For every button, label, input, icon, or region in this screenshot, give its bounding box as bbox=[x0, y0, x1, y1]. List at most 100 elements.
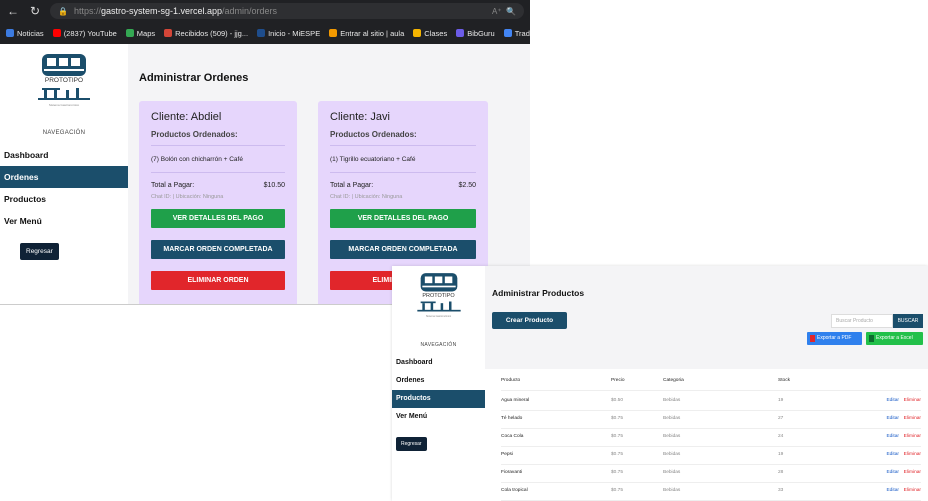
nav-productos[interactable]: Productos bbox=[392, 390, 485, 408]
bookmark-item[interactable]: Inicio - MiESPE bbox=[257, 29, 320, 38]
complete-order-button[interactable]: MARCAR ORDEN COMPLETADA bbox=[330, 240, 476, 259]
product-category: Bebidas bbox=[663, 434, 681, 439]
bookmarks-bar: Noticias (2837) YouTube Maps Recibidos (509… bbox=[0, 22, 530, 44]
search-button[interactable]: BUSCAR bbox=[893, 314, 923, 328]
bookmark-item[interactable]: Noticias bbox=[6, 29, 44, 38]
product-name: Pepsi bbox=[501, 452, 513, 457]
product-category: Bebidas bbox=[663, 470, 681, 475]
view-payment-button[interactable]: VER DETALLES DEL PAGO bbox=[151, 209, 285, 228]
create-product-button[interactable]: Crear Producto bbox=[492, 312, 567, 329]
back-button[interactable]: Regresar bbox=[396, 437, 427, 451]
bookmark-label: (2837) YouTube bbox=[63, 28, 117, 38]
reload-icon[interactable]: ↻ bbox=[28, 4, 42, 18]
total-row: Total a Pagar: $2.50 bbox=[330, 182, 476, 189]
delete-link[interactable]: Eliminar bbox=[904, 488, 921, 493]
product-stock: 19 bbox=[778, 398, 784, 403]
bookmark-favicon-icon bbox=[52, 29, 61, 37]
url-path: /admin/orders bbox=[222, 6, 278, 16]
bookmark-item[interactable]: Entrar al sitio | aula bbox=[329, 29, 404, 38]
edit-link[interactable]: Editar bbox=[886, 398, 899, 403]
delete-link[interactable]: Eliminar bbox=[904, 470, 921, 475]
product-price: $0.50 bbox=[611, 398, 624, 403]
complete-order-button[interactable]: MARCAR ORDEN COMPLETADA bbox=[151, 240, 285, 259]
edit-link[interactable]: Editar bbox=[886, 416, 899, 421]
col-precio: Precio bbox=[611, 378, 625, 383]
back-arrow-icon[interactable]: ← bbox=[6, 4, 20, 18]
product-stock: 24 bbox=[778, 434, 784, 439]
nav-dashboard[interactable]: Dashboard bbox=[0, 144, 128, 166]
url-host: gastro-system-sg-1.vercel.app bbox=[100, 6, 223, 16]
address-row: ← ↻ 🔒 https://gastro-system-sg-1.vercel.… bbox=[0, 0, 530, 22]
product-price: $0.75 bbox=[611, 434, 624, 439]
bookmark-item[interactable]: (2837) YouTube bbox=[52, 28, 117, 38]
delete-link[interactable]: Eliminar bbox=[904, 452, 921, 457]
bus-logo-icon bbox=[38, 54, 90, 100]
product-price: $0.75 bbox=[611, 470, 624, 475]
view-payment-button[interactable]: VER DETALLES DEL PAGO bbox=[330, 209, 476, 228]
bookmark-label: Inicio - MiESPE bbox=[268, 28, 321, 38]
bookmark-favicon-icon bbox=[456, 29, 465, 37]
product-stock: 28 bbox=[778, 470, 784, 475]
pdf-icon bbox=[810, 335, 815, 342]
product-price: $0.75 bbox=[611, 452, 624, 457]
nav-ver-menu[interactable]: Ver Menú bbox=[0, 210, 128, 232]
table-row: Fioravanti $0.75 Bebidas 28 Editar Eliminar bbox=[501, 463, 921, 483]
search-input[interactable]: Buscar Producto bbox=[831, 314, 893, 328]
edit-link[interactable]: Editar bbox=[886, 452, 899, 457]
bookmark-favicon-icon bbox=[413, 29, 422, 37]
nav-productos[interactable]: Productos bbox=[0, 188, 128, 210]
bookmark-favicon-icon bbox=[164, 29, 173, 37]
export-pdf-label: Exportar a PDF bbox=[817, 335, 852, 341]
bookmark-item[interactable]: Maps bbox=[125, 29, 155, 38]
product-stock: 27 bbox=[778, 416, 784, 421]
logo-subtitle: Sistema Gastronómico bbox=[425, 315, 452, 318]
bookmark-label: Noticias bbox=[17, 28, 44, 38]
edit-link[interactable]: Editar bbox=[886, 434, 899, 439]
delete-link[interactable]: Eliminar bbox=[904, 398, 921, 403]
bookmark-favicon-icon bbox=[6, 29, 14, 37]
delete-link[interactable]: Eliminar bbox=[904, 434, 921, 439]
product-price: $0.75 bbox=[611, 416, 624, 421]
client-name: Cliente: Javi bbox=[330, 111, 390, 123]
bookmark-label: Recibidos (509) - jjg... bbox=[175, 28, 249, 38]
order-card: Cliente: Abdiel Productos Ordenados: (7)… bbox=[139, 101, 297, 304]
bookmark-favicon-icon bbox=[257, 29, 266, 37]
product-category: Bebidas bbox=[663, 398, 681, 403]
total-label: Total a Pagar: bbox=[151, 182, 195, 189]
export-pdf-button[interactable]: Exportar a PDF bbox=[807, 332, 862, 345]
product-category: Bebidas bbox=[663, 416, 681, 421]
export-excel-button[interactable]: Exportar a Excel bbox=[866, 332, 923, 345]
nav-dashboard[interactable]: Dashboard bbox=[392, 354, 485, 372]
excel-icon bbox=[869, 335, 874, 342]
back-button[interactable]: Regresar bbox=[20, 243, 59, 260]
col-producto: Producto bbox=[501, 378, 521, 383]
page-title: Administrar Ordenes bbox=[139, 72, 249, 84]
bookmark-label: BibGuru bbox=[467, 28, 495, 38]
delete-link[interactable]: Eliminar bbox=[904, 416, 921, 421]
bus-logo-icon bbox=[416, 273, 461, 312]
edit-link[interactable]: Editar bbox=[886, 488, 899, 493]
products-main: Administrar Productos Crear Producto Bus… bbox=[485, 266, 928, 501]
delete-order-button[interactable]: ELIMINAR ORDEN bbox=[151, 271, 285, 290]
bookmark-item[interactable]: BibGuru bbox=[456, 29, 495, 38]
edit-link[interactable]: Editar bbox=[886, 470, 899, 475]
bookmark-item[interactable]: Clases bbox=[413, 29, 447, 38]
nav-ordenes[interactable]: Ordenes bbox=[392, 372, 485, 390]
product-stock: 33 bbox=[778, 488, 784, 493]
table-header: Producto Precio Categoria Stock bbox=[501, 371, 921, 391]
table-row: Pepsi $0.75 Bebidas 19 Editar Eliminar bbox=[501, 445, 921, 465]
reader-icon[interactable]: A⁺ 🔍 bbox=[492, 7, 524, 16]
nav-ver-menu[interactable]: Ver Menú bbox=[392, 408, 485, 426]
export-excel-label: Exportar a Excel bbox=[876, 335, 913, 341]
bookmark-item[interactable]: Traducir bbox=[503, 29, 530, 38]
logo-subtitle: Sistema Gastronómico bbox=[48, 103, 80, 107]
browser-chrome: ← ↻ 🔒 https://gastro-system-sg-1.vercel.… bbox=[0, 0, 530, 44]
order-item: (1) Tigrillo ecuatoriano + Café bbox=[330, 156, 476, 173]
products-label: Productos Ordenados: bbox=[330, 130, 476, 146]
nav-ordenes[interactable]: Ordenes bbox=[0, 166, 128, 188]
bookmark-item[interactable]: Recibidos (509) - jjg... bbox=[164, 29, 248, 38]
url-bar[interactable]: 🔒 https://gastro-system-sg-1.vercel.app/… bbox=[50, 3, 524, 19]
bookmark-label: Entrar al sitio | aula bbox=[340, 28, 405, 38]
product-name: Agua mineral bbox=[501, 398, 530, 403]
table-row: Agua mineral $0.50 Bebidas 19 Editar Eliminar bbox=[501, 391, 921, 411]
